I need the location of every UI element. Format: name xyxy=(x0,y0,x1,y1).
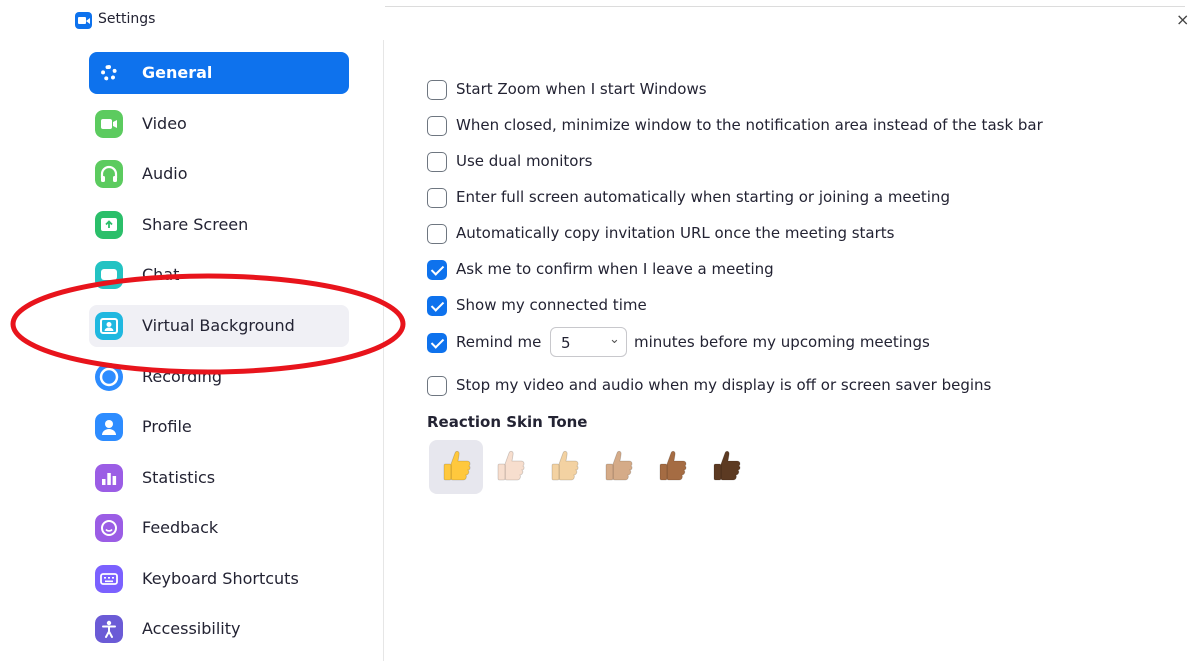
thumbs-up-icon xyxy=(605,450,633,481)
sidebar-item-profile[interactable]: Profile xyxy=(89,406,349,448)
skin-tone-light[interactable] xyxy=(483,440,537,494)
headphones-icon xyxy=(95,160,123,188)
video-icon xyxy=(95,110,123,138)
option-label: Ask me to confirm when I leave a meeting xyxy=(456,260,774,278)
title-divider xyxy=(385,6,1185,7)
zoom-app-icon xyxy=(75,12,92,29)
sidebar-item-label: Keyboard Shortcuts xyxy=(142,569,299,588)
option-label-suffix: minutes before my upcoming meetings xyxy=(634,333,930,351)
sidebar-item-audio[interactable]: Audio xyxy=(89,153,349,195)
thumbs-up-icon xyxy=(551,450,579,481)
sidebar-item-label: Accessibility xyxy=(142,619,241,638)
skin-tone-dark[interactable] xyxy=(699,440,753,494)
settings-sidebar: General Video Audio Share Screen Chat Vi… xyxy=(0,40,384,661)
sidebar-item-label: Virtual Background xyxy=(142,316,295,335)
thumbs-up-icon xyxy=(659,450,687,481)
skin-tone-medium-dark[interactable] xyxy=(645,440,699,494)
option-label: Automatically copy invitation URL once t… xyxy=(456,224,895,242)
gear-icon xyxy=(95,59,123,87)
chevron-down-icon: ⌄ xyxy=(609,332,620,347)
sidebar-item-accessibility[interactable]: Accessibility xyxy=(89,608,349,650)
sidebar-item-video[interactable]: Video xyxy=(89,103,349,145)
virtual-background-icon xyxy=(95,312,123,340)
option-label: Start Zoom when I start Windows xyxy=(456,80,707,98)
option-label: When closed, minimize window to the noti… xyxy=(456,116,1043,134)
sidebar-item-recording[interactable]: Recording xyxy=(89,356,349,398)
sidebar-item-statistics[interactable]: Statistics xyxy=(89,457,349,499)
remind-minutes-select[interactable]: 5 ⌄ xyxy=(550,327,627,357)
checkbox[interactable] xyxy=(427,152,447,172)
chat-icon xyxy=(95,261,123,289)
skin-tone-medium-light[interactable] xyxy=(537,440,591,494)
checkbox[interactable] xyxy=(427,260,447,280)
option-label: Use dual monitors xyxy=(456,152,593,170)
sidebar-item-feedback[interactable]: Feedback xyxy=(89,507,349,549)
recording-icon xyxy=(95,363,123,391)
checkbox[interactable] xyxy=(427,116,447,136)
close-icon[interactable]: × xyxy=(1176,10,1189,29)
thumbs-up-icon xyxy=(443,450,471,481)
accessibility-icon xyxy=(95,615,123,643)
option-label: Enter full screen automatically when sta… xyxy=(456,188,950,206)
select-value: 5 xyxy=(561,334,571,352)
reaction-skin-tone-title: Reaction Skin Tone xyxy=(427,413,588,431)
window-title: Settings xyxy=(98,11,156,27)
option-label: Stop my video and audio when my display … xyxy=(456,376,992,394)
skin-tone-default[interactable] xyxy=(429,440,483,494)
profile-icon xyxy=(95,413,123,441)
checkbox[interactable] xyxy=(427,224,447,244)
sidebar-item-label: Profile xyxy=(142,417,192,436)
sidebar-item-label: Statistics xyxy=(142,468,216,487)
feedback-icon xyxy=(95,514,123,542)
sidebar-item-label: Share Screen xyxy=(142,215,249,234)
thumbs-up-icon xyxy=(713,450,741,481)
checkbox[interactable] xyxy=(427,80,447,100)
sidebar-item-share-screen[interactable]: Share Screen xyxy=(89,204,349,246)
option-label: Show my connected time xyxy=(456,296,647,314)
thumbs-up-icon xyxy=(497,450,525,481)
title-bar: Settings × xyxy=(0,0,1189,40)
sidebar-item-general[interactable]: General xyxy=(89,52,349,94)
statistics-icon xyxy=(95,464,123,492)
skin-tone-medium[interactable] xyxy=(591,440,645,494)
option-label: Remind me xyxy=(456,333,542,351)
sidebar-item-label: Audio xyxy=(142,164,188,183)
sidebar-item-virtual-background[interactable]: Virtual Background xyxy=(89,305,349,347)
keyboard-icon xyxy=(95,565,123,593)
sidebar-item-label: Feedback xyxy=(142,518,219,537)
sidebar-item-label: General xyxy=(142,63,213,82)
share-screen-icon xyxy=(95,211,123,239)
sidebar-item-keyboard-shortcuts[interactable]: Keyboard Shortcuts xyxy=(89,558,349,600)
checkbox[interactable] xyxy=(427,376,447,396)
checkbox[interactable] xyxy=(427,188,447,208)
checkbox[interactable] xyxy=(427,296,447,316)
sidebar-item-label: Chat xyxy=(142,265,180,284)
checkbox[interactable] xyxy=(427,333,447,353)
sidebar-item-label: Recording xyxy=(142,367,223,386)
sidebar-item-label: Video xyxy=(142,114,187,133)
sidebar-item-chat[interactable]: Chat xyxy=(89,254,349,296)
